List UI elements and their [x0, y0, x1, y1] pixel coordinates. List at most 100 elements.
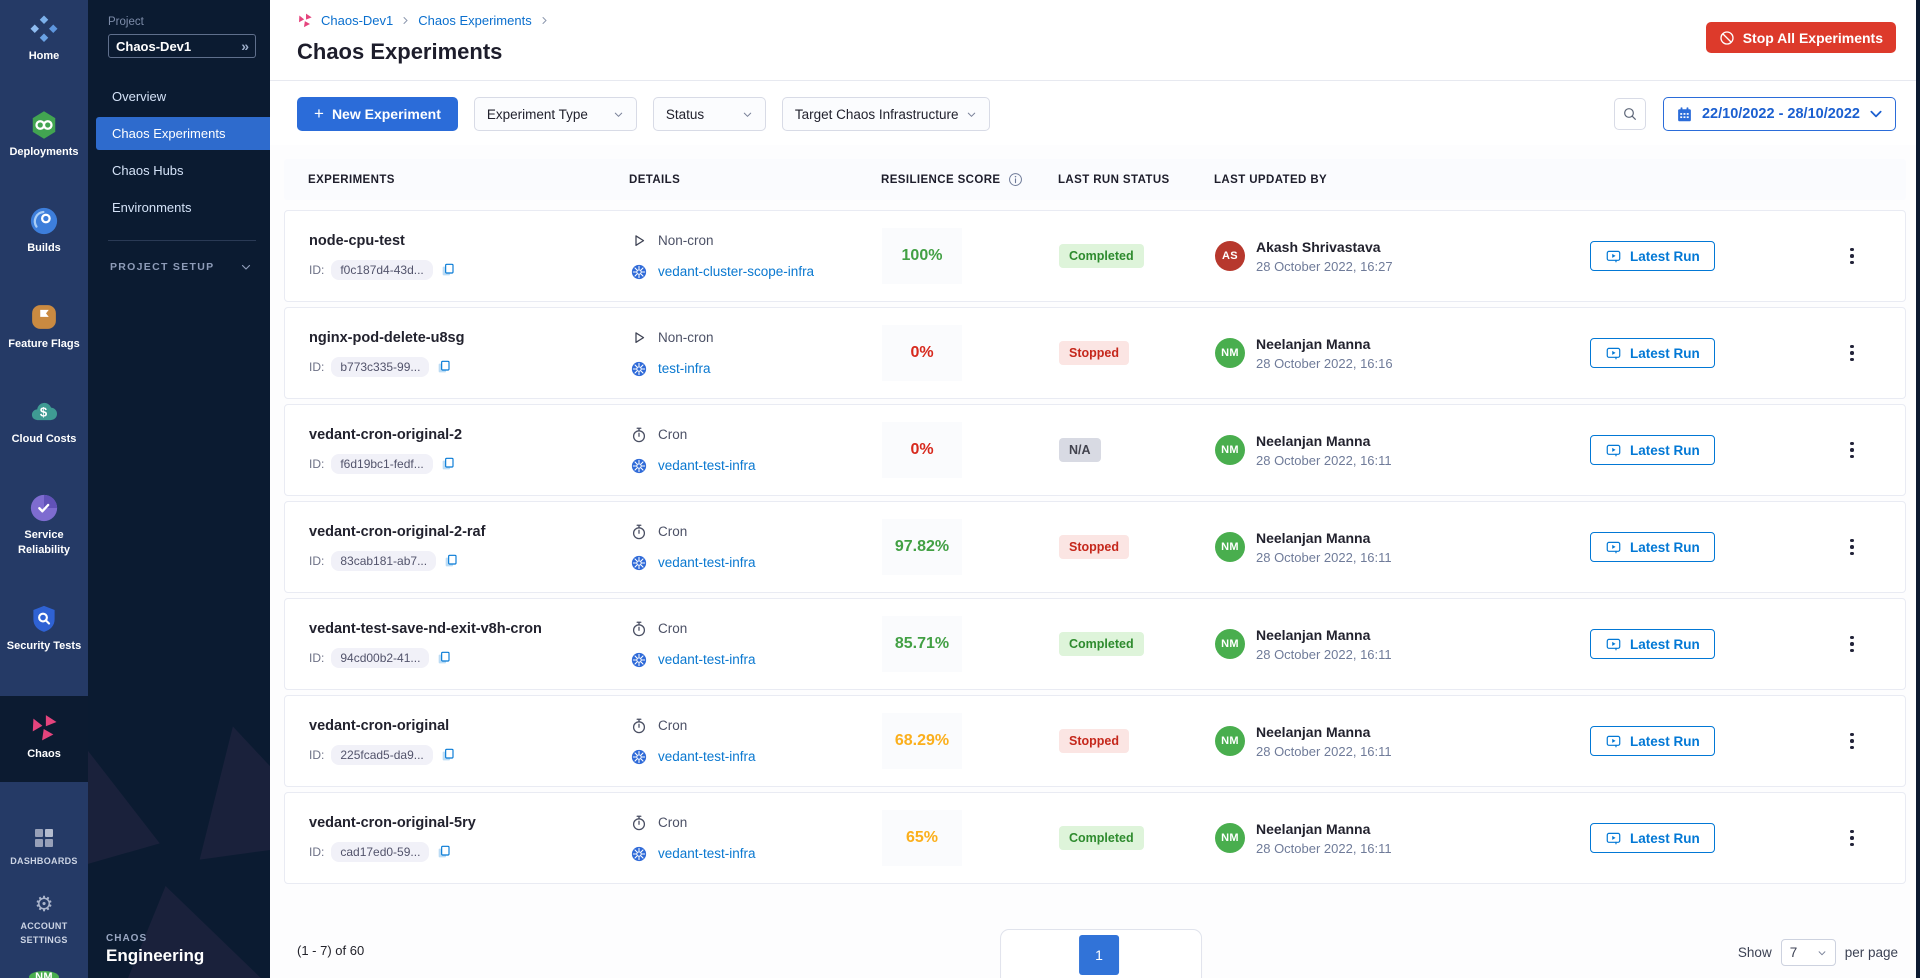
- kebab-menu-icon[interactable]: [1844, 339, 1860, 368]
- kebab-menu-icon[interactable]: [1844, 436, 1860, 465]
- breadcrumb-project-link[interactable]: Chaos-Dev1: [321, 13, 393, 28]
- copy-id-button[interactable]: [436, 650, 452, 666]
- stop-all-label: Stop All Experiments: [1743, 30, 1883, 46]
- copy-id-button[interactable]: [436, 844, 452, 860]
- per-page-select[interactable]: 7: [1781, 939, 1836, 966]
- experiment-name[interactable]: nginx-pod-delete-u8sg: [309, 330, 630, 346]
- infrastructure-link[interactable]: vedant-test-infra: [658, 846, 756, 861]
- latest-run-button[interactable]: Latest Run: [1590, 823, 1715, 853]
- status-cell: Completed: [1059, 632, 1215, 656]
- sidebar-item-service-reliability[interactable]: Service Reliability: [0, 487, 88, 564]
- avatar: NM: [1215, 823, 1245, 853]
- experiment-name[interactable]: vedant-test-save-nd-exit-v8h-cron: [309, 621, 630, 637]
- updated-date: 28 October 2022, 16:16: [1256, 356, 1393, 371]
- kebab-menu-icon[interactable]: [1844, 242, 1860, 271]
- id-label: ID:: [309, 748, 324, 762]
- experiment-id: b773c335-99...: [331, 357, 429, 377]
- project-setup-toggle[interactable]: PROJECT SETUP: [110, 261, 270, 273]
- experiment-name[interactable]: vedant-cron-original-2-raf: [309, 524, 630, 540]
- main-content: Chaos-Dev1 Chaos Experiments Chaos Exper…: [270, 0, 1920, 978]
- infrastructure-link[interactable]: vedant-test-infra: [658, 458, 756, 473]
- user-avatar[interactable]: NM: [29, 971, 59, 978]
- kebab-menu-icon[interactable]: [1844, 727, 1860, 756]
- experiment-name[interactable]: vedant-cron-original: [309, 718, 630, 734]
- table-row: vedant-cron-original-2-raf ID: 83cab181-…: [284, 501, 1906, 593]
- copy-id-button[interactable]: [436, 359, 452, 375]
- page-button-1[interactable]: 1: [1079, 935, 1119, 975]
- sidebar-item-builds[interactable]: Builds: [0, 200, 88, 262]
- pagination: (1 - 7) of 60 ← Prev 123456789 Next → Sh…: [284, 929, 1906, 978]
- sidebar-item-feature-flags[interactable]: Feature Flags: [0, 296, 88, 358]
- experiment-name[interactable]: vedant-cron-original-5ry: [309, 815, 630, 831]
- sidebar-item-home[interactable]: Home: [0, 8, 88, 70]
- latest-run-button[interactable]: Latest Run: [1590, 241, 1715, 271]
- target-chaos-infrastructure-filter[interactable]: Target Chaos Infrastructure: [782, 97, 990, 131]
- builds-icon: [29, 206, 59, 236]
- breadcrumb-separator-icon: [540, 16, 549, 25]
- search-button[interactable]: [1614, 98, 1646, 130]
- kebab-menu-icon[interactable]: [1844, 533, 1860, 562]
- menu-item-chaos-experiments[interactable]: Chaos Experiments: [96, 117, 270, 150]
- menu-item-overview[interactable]: Overview: [96, 80, 270, 113]
- expand-sidebar-icon[interactable]: »: [241, 38, 248, 54]
- details-cell: Non-cron test-infra: [630, 329, 882, 378]
- experiment-name[interactable]: node-cpu-test: [309, 233, 630, 249]
- experiment-name[interactable]: vedant-cron-original-2: [309, 427, 630, 443]
- date-range-picker[interactable]: 22/10/2022 - 28/10/2022: [1663, 97, 1896, 131]
- id-label: ID:: [309, 457, 324, 471]
- status-filter[interactable]: Status: [653, 97, 766, 131]
- stop-all-experiments-button[interactable]: Stop All Experiments: [1706, 22, 1896, 53]
- breadcrumb-page-link[interactable]: Chaos Experiments: [418, 13, 531, 28]
- project-sidebar: Project Chaos-Dev1 » Overview Chaos Expe…: [88, 0, 270, 978]
- kebab-menu-icon[interactable]: [1844, 630, 1860, 659]
- new-experiment-button[interactable]: + New Experiment: [297, 97, 458, 131]
- module-nav: Home Deployments Builds Feature Flags $ …: [0, 0, 88, 978]
- sidebar-item-chaos[interactable]: Chaos: [0, 696, 88, 782]
- experiment-type-filter[interactable]: Experiment Type: [474, 97, 637, 131]
- sidebar-item-account-settings[interactable]: ⚙ ACCOUNT SETTINGS: [0, 888, 88, 953]
- sidebar-item-security-tests[interactable]: Security Tests: [0, 598, 88, 660]
- copy-id-button[interactable]: [440, 262, 456, 278]
- latest-run-button[interactable]: Latest Run: [1590, 726, 1715, 756]
- latest-run-label: Latest Run: [1630, 443, 1700, 458]
- latest-run-button[interactable]: Latest Run: [1590, 338, 1715, 368]
- sidebar-item-dashboards[interactable]: DASHBOARDS: [0, 820, 88, 875]
- copy-id-button[interactable]: [440, 747, 456, 763]
- pager: ← Prev 123456789 Next →: [1000, 929, 1202, 978]
- copy-id-button[interactable]: [440, 456, 456, 472]
- info-icon[interactable]: [1008, 172, 1023, 187]
- scrollbar[interactable]: [1916, 0, 1920, 978]
- resilience-score: 100%: [882, 228, 962, 284]
- sidebar-item-cloud-costs[interactable]: $ Cloud Costs: [0, 391, 88, 453]
- menu-item-chaos-hubs[interactable]: Chaos Hubs: [96, 154, 270, 187]
- project-selector[interactable]: Chaos-Dev1 »: [108, 34, 256, 58]
- menu-cell: [1830, 727, 1905, 756]
- updated-by-cell: NM Neelanjan Manna 28 October 2022, 16:1…: [1215, 433, 1590, 468]
- latest-run-button[interactable]: Latest Run: [1590, 435, 1715, 465]
- menu-cell: [1830, 242, 1905, 271]
- kebab-menu-icon[interactable]: [1844, 824, 1860, 853]
- score-cell: 0%: [882, 325, 1059, 381]
- non-cron-play-icon: [630, 329, 648, 347]
- experiment-id: f6d19bc1-fedf...: [331, 454, 432, 474]
- sidebar-item-label: Feature Flags: [8, 337, 80, 352]
- latest-run-button[interactable]: Latest Run: [1590, 629, 1715, 659]
- details-cell: Cron vedant-test-infra: [630, 717, 882, 766]
- schedule-type: Cron: [658, 621, 687, 636]
- score-cell: 100%: [882, 228, 1059, 284]
- updated-by-cell: NM Neelanjan Manna 28 October 2022, 16:1…: [1215, 627, 1590, 662]
- table-body: node-cpu-test ID: f0c187d4-43d... Non-cr…: [284, 210, 1906, 884]
- infrastructure-link[interactable]: vedant-cluster-scope-infra: [658, 264, 814, 279]
- svg-text:$: $: [40, 405, 48, 420]
- infrastructure-link[interactable]: vedant-test-infra: [658, 749, 756, 764]
- copy-id-button[interactable]: [443, 553, 459, 569]
- menu-item-environments[interactable]: Environments: [96, 191, 270, 224]
- sidebar-item-deployments[interactable]: Deployments: [0, 104, 88, 166]
- infrastructure-link[interactable]: vedant-test-infra: [658, 652, 756, 667]
- sidebar-item-label: Security Tests: [7, 639, 81, 654]
- infrastructure-link[interactable]: test-infra: [658, 361, 711, 376]
- latest-run-label: Latest Run: [1630, 831, 1700, 846]
- latest-run-button[interactable]: Latest Run: [1590, 532, 1715, 562]
- table-row: vedant-cron-original-2 ID: f6d19bc1-fedf…: [284, 404, 1906, 496]
- infrastructure-link[interactable]: vedant-test-infra: [658, 555, 756, 570]
